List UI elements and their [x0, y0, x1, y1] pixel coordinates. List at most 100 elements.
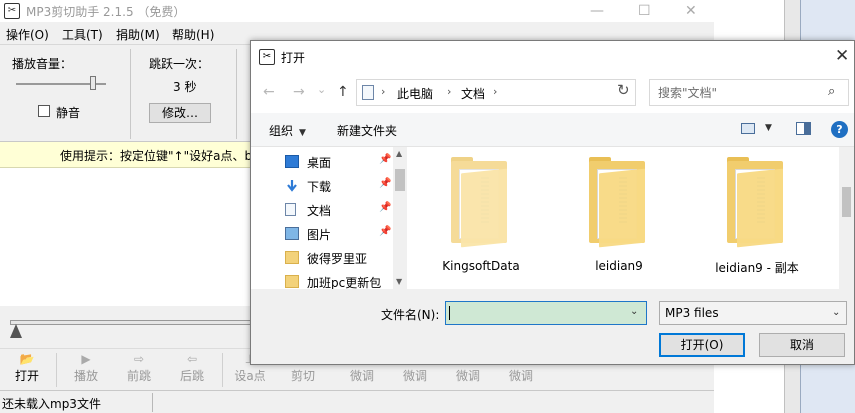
filename-input[interactable] — [446, 302, 624, 324]
toolbar-separator — [222, 353, 223, 387]
toolbar-button-label: 打开 — [14, 369, 39, 383]
dialog-titlebar[interactable]: ✂ 打开 ✕ — [251, 41, 854, 73]
document-icon — [285, 203, 296, 216]
jump-forward-icon: ⇨ — [133, 352, 145, 366]
address-segment-this-pc[interactable]: 此电脑 — [397, 85, 433, 102]
pin-icon[interactable]: 📌 — [379, 202, 391, 213]
address-bar[interactable]: › 此电脑 › 文档 › ⌄ — [356, 79, 700, 106]
scroll-down-icon[interactable]: ▼ — [396, 277, 402, 286]
folder-icon — [589, 157, 649, 248]
toolbar-separator — [56, 353, 57, 387]
folder-name: leidian9 — [595, 259, 643, 273]
folder-item[interactable]: leidian9 - 副本 — [697, 157, 817, 281]
dialog-footer: 文件名(N): ⌄ MP3 files ⌄ 打开(O) 取消 — [251, 289, 854, 364]
filename-combobox[interactable]: ⌄ — [445, 301, 647, 325]
up-arrow-icon[interactable]: ↑ — [337, 84, 349, 100]
search-box[interactable]: ⌕ — [649, 79, 849, 106]
cancel-button[interactable]: 取消 — [759, 333, 845, 357]
folder-item[interactable]: KingsoftData — [421, 157, 541, 281]
filename-dropdown-icon[interactable]: ⌄ — [630, 306, 638, 317]
tree-item-label: 文档 — [307, 204, 332, 218]
volume-slider-thumb[interactable] — [89, 76, 96, 90]
filename-label: 文件名(N): — [381, 308, 440, 322]
command-bar: 组织 ▼ 新建文件夹 ▼ ? — [251, 113, 854, 147]
tree-item[interactable]: 文档 📌 — [279, 199, 395, 221]
toolbar-button[interactable]: 📂 打开 — [5, 351, 49, 389]
file-list: KingsoftData leidian9 leidian9 - 副本 — [411, 147, 839, 289]
mute-label: 静音 — [56, 106, 81, 120]
toolbar-button-label: 剪切 — [290, 369, 315, 383]
open-file-dialog: ✂ 打开 ✕ ← → ⌄ ↑ › 此电脑 › 文档 › ⌄ ↻ ⌕ 组织 ▼ 新建… — [250, 40, 855, 365]
tree-item[interactable]: 桌面 📌 — [279, 151, 395, 173]
toolbar-button[interactable]: ▶ 播放 — [64, 351, 108, 389]
refresh-icon[interactable]: ↻ — [617, 81, 630, 99]
toolbar-button-label: 微调 — [455, 369, 480, 383]
tree-item[interactable]: 图片 📌 — [279, 223, 395, 245]
organize-button[interactable]: 组织 ▼ — [269, 122, 306, 139]
toolbar-button[interactable]: ⇦ 后跳 — [170, 351, 214, 389]
address-segment-documents[interactable]: 文档 — [461, 85, 485, 102]
search-icon[interactable]: ⌕ — [828, 84, 835, 99]
menu-operation[interactable]: 操作(O) — [6, 26, 49, 43]
toolbar-button-label: 后跳 — [179, 369, 204, 383]
toolbar-button-label: 播放 — [73, 369, 98, 383]
preview-pane-icon[interactable] — [796, 122, 811, 135]
desktop-icon — [285, 155, 299, 168]
tree-item[interactable]: 下载 📌 — [279, 175, 395, 197]
menu-donate[interactable]: 捐助(M) — [116, 26, 160, 43]
address-separator-icon: › — [447, 85, 452, 98]
forward-arrow-icon[interactable]: → — [293, 84, 305, 100]
tree-item-label: 桌面 — [307, 156, 332, 170]
toolbar-button-label: 微调 — [349, 369, 374, 383]
filetype-select[interactable]: MP3 files ⌄ — [659, 301, 847, 325]
folder-item[interactable]: leidian9 — [559, 157, 679, 281]
file-list-scroll-thumb[interactable] — [842, 187, 851, 217]
back-arrow-icon[interactable]: ← — [263, 84, 275, 100]
toolbar-button-label: 微调 — [508, 369, 533, 383]
tree-scrollbar[interactable]: ▲ ▼ — [393, 147, 407, 289]
app-titlebar[interactable]: ✂ MP3剪切助手 2.1.5 （免费） — ☐ ✕ — [0, 0, 714, 22]
tree-scroll-thumb[interactable] — [395, 169, 405, 191]
jump-label: 跳跃一次： — [149, 57, 210, 71]
help-icon[interactable]: ? — [831, 121, 848, 138]
file-list-scrollbar[interactable] — [839, 147, 854, 289]
tree-item[interactable]: 彼得罗里亚 — [279, 247, 395, 269]
volume-label: 播放音量： — [12, 57, 73, 71]
toolbar-button[interactable]: ⇨ 前跳 — [117, 351, 161, 389]
scroll-up-icon[interactable]: ▲ — [396, 149, 402, 158]
maximize-icon[interactable]: ☐ — [638, 3, 651, 19]
status-bar: 还未载入mp3文件 — [0, 390, 714, 413]
folder-front — [737, 168, 783, 248]
menu-tools[interactable]: 工具(T) — [62, 26, 103, 43]
folder-icon — [451, 157, 511, 248]
open-button[interactable]: 打开(O) — [659, 333, 745, 357]
view-mode-icon[interactable] — [741, 123, 755, 134]
new-folder-button[interactable]: 新建文件夹 — [337, 122, 397, 139]
progress-thumb[interactable] — [10, 324, 22, 338]
history-chevron-icon[interactable]: ⌄ — [317, 83, 326, 96]
preview-pane-icon-fill — [804, 123, 810, 134]
dialog-close-icon[interactable]: ✕ — [835, 46, 849, 66]
folder-icon — [285, 275, 299, 288]
pin-icon[interactable]: 📌 — [379, 154, 391, 165]
close-icon[interactable]: ✕ — [685, 3, 697, 19]
menu-help[interactable]: 帮助(H) — [172, 26, 214, 43]
status-divider — [152, 393, 153, 412]
status-text: 还未载入mp3文件 — [2, 397, 101, 411]
address-separator-icon: › — [493, 85, 498, 98]
search-input[interactable] — [650, 80, 820, 105]
pin-icon[interactable]: 📌 — [379, 226, 391, 237]
folder-front — [461, 168, 507, 248]
organize-dropdown-icon: ▼ — [299, 128, 306, 138]
folder-name: leidian9 - 副本 — [715, 261, 799, 275]
filetype-dropdown-icon: ⌄ — [832, 307, 841, 318]
mute-checkbox[interactable] — [38, 105, 50, 117]
view-dropdown-icon[interactable]: ▼ — [765, 123, 772, 133]
play-icon: ▶ — [81, 352, 91, 366]
open-folder-icon: 📂 — [19, 352, 35, 366]
minimize-icon[interactable]: — — [590, 3, 604, 19]
filetype-value: MP3 files — [665, 306, 719, 320]
folder-icon — [727, 157, 787, 248]
pin-icon[interactable]: 📌 — [379, 178, 391, 189]
modify-button[interactable]: 修改… — [149, 103, 211, 123]
